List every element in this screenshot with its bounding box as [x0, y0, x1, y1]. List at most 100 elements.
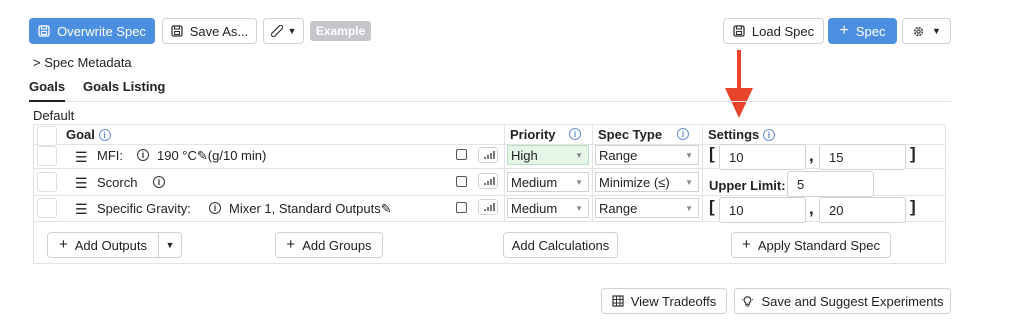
drag-handle-icon[interactable]: ☰	[75, 201, 88, 218]
priority-select[interactable]: High ▼	[507, 145, 589, 165]
close-bracket: ]	[910, 144, 916, 163]
note-icon[interactable]	[456, 149, 467, 160]
info-icon[interactable]: i	[569, 128, 581, 140]
upper-limit-label: Upper Limit:	[709, 178, 786, 193]
signal-bars-button[interactable]	[478, 199, 498, 215]
save-icon	[733, 25, 745, 37]
info-icon[interactable]: i	[153, 176, 165, 188]
plus-icon: +	[286, 236, 296, 253]
chevron-down-icon: ▼	[575, 177, 583, 187]
chevron-down-icon: ▼	[575, 203, 583, 213]
chevron-down-icon: ▼	[685, 177, 693, 187]
goal-detail: Mixer 1, Standard Outputs✎	[229, 201, 392, 217]
drag-handle-icon[interactable]: ☰	[75, 175, 88, 192]
note-icon[interactable]	[456, 176, 467, 187]
priority-select[interactable]: Medium ▼	[507, 172, 589, 192]
info-icon[interactable]: i	[209, 202, 221, 214]
row-divider	[33, 168, 946, 169]
apply-standard-spec-label: Apply Standard Spec	[757, 237, 880, 253]
info-icon[interactable]: i	[762, 129, 775, 141]
spec-metadata-toggle[interactable]: > Spec Metadata	[33, 55, 132, 70]
spec-type-header: Spec Type	[598, 127, 662, 142]
info-icon[interactable]: i	[137, 149, 149, 161]
add-spec-button[interactable]: + Spec	[828, 18, 897, 44]
row-checkbox[interactable]	[37, 198, 57, 218]
goal-unit: (g/10 min)	[207, 148, 267, 163]
row-checkbox[interactable]	[37, 172, 57, 192]
open-bracket: [	[709, 144, 715, 163]
plus-icon: +	[839, 22, 849, 39]
save-as-label: Save As...	[189, 23, 249, 39]
add-outputs-button[interactable]: + Add Outputs	[47, 232, 159, 258]
goal-name: Scorch	[97, 175, 138, 190]
col-divider	[592, 124, 593, 221]
comma-separator: ,	[809, 199, 814, 218]
spec-type-value: Range	[599, 200, 638, 216]
goal-detail-text: Mixer 1, Standard Outputs	[229, 201, 381, 216]
info-icon[interactable]: i	[98, 129, 111, 141]
red-arrow-annotation	[725, 50, 753, 118]
example-button[interactable]: Example	[310, 21, 371, 41]
goal-detail-text: 190 °C	[157, 148, 197, 163]
tab-goals-listing[interactable]: Goals Listing	[83, 79, 165, 94]
col-divider	[702, 124, 703, 221]
pencil-icon[interactable]: ✎	[197, 148, 208, 163]
range-low-input[interactable]: 10	[719, 144, 806, 170]
settings-dropdown-button[interactable]: ▼	[902, 18, 951, 44]
signal-bars-button[interactable]	[478, 147, 498, 163]
signal-bars-button[interactable]	[478, 173, 498, 189]
spec-type-select[interactable]: Minimize (≤) ▼	[595, 172, 699, 192]
priority-select[interactable]: Medium ▼	[507, 198, 589, 218]
priority-header: Priority	[510, 127, 556, 142]
priority-header-label: Priority	[510, 127, 556, 142]
spec-type-select[interactable]: Range ▼	[595, 198, 699, 218]
tabs-divider	[29, 101, 951, 102]
note-icon[interactable]	[456, 202, 467, 213]
save-and-suggest-button[interactable]: Save and Suggest Experiments	[734, 288, 951, 314]
ruler-dropdown-button[interactable]: ▼	[263, 18, 304, 44]
add-outputs-label: Add Outputs	[74, 237, 148, 253]
apply-standard-spec-button[interactable]: + Apply Standard Spec	[731, 232, 891, 258]
plus-icon: +	[58, 236, 68, 253]
spec-type-value: Minimize (≤)	[599, 174, 670, 190]
ruler-icon	[270, 25, 283, 37]
add-groups-button[interactable]: + Add Groups	[275, 232, 383, 258]
table-icon	[612, 295, 624, 307]
select-all-checkbox[interactable]	[37, 126, 57, 146]
upper-limit-input[interactable]: 5	[787, 171, 874, 197]
info-icon[interactable]: i	[677, 128, 689, 140]
drag-handle-icon[interactable]: ☰	[75, 149, 88, 166]
section-label: Default	[33, 108, 75, 123]
add-calculations-label: Add Calculations	[511, 237, 610, 253]
close-bracket: ]	[910, 197, 916, 216]
view-tradeoffs-button[interactable]: View Tradeoffs	[601, 288, 727, 314]
save-as-button[interactable]: Save As...	[162, 18, 257, 44]
range-high-input[interactable]: 15	[819, 144, 906, 170]
range-high-input[interactable]: 20	[819, 197, 906, 223]
add-groups-label: Add Groups	[302, 237, 372, 253]
save-icon	[38, 25, 50, 37]
add-outputs-dropdown[interactable]: ▼	[158, 232, 182, 258]
goal-detail: 190 °C✎(g/10 min)	[157, 148, 266, 164]
overwrite-spec-button[interactable]: Overwrite Spec	[29, 18, 155, 44]
save-and-suggest-label: Save and Suggest Experiments	[761, 293, 944, 309]
row-checkbox[interactable]	[37, 146, 57, 166]
open-bracket: [	[709, 197, 715, 216]
save-icon	[171, 25, 183, 37]
spec-type-select[interactable]: Range ▼	[595, 145, 699, 165]
tab-goals[interactable]: Goals	[29, 79, 65, 94]
chevron-down-icon: ▼	[165, 240, 175, 250]
settings-header-label: Settings	[708, 127, 760, 142]
load-spec-button[interactable]: Load Spec	[723, 18, 824, 44]
priority-value: High	[511, 147, 538, 163]
pencil-icon[interactable]: ✎	[381, 201, 392, 216]
chevron-down-icon: ▼	[685, 203, 693, 213]
plus-icon: +	[742, 236, 751, 253]
chevron-down-icon: ▼	[932, 26, 941, 36]
range-low-input[interactable]: 10	[719, 197, 806, 223]
header-divider	[33, 144, 946, 145]
row-divider	[33, 221, 946, 222]
spec-metadata-label: Spec Metadata	[44, 55, 132, 70]
add-calculations-button[interactable]: Add Calculations	[503, 232, 618, 258]
example-label: Example	[315, 24, 366, 38]
